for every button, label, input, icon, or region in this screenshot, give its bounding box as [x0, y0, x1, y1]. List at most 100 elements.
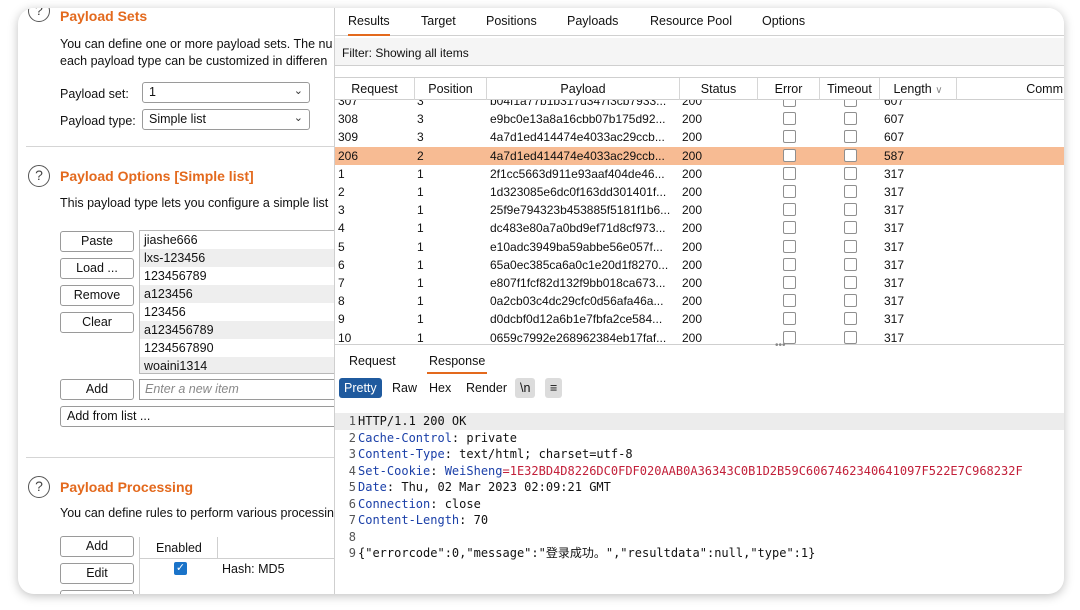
render-button[interactable]: Render	[461, 378, 512, 398]
tab-resource-pool[interactable]: Resource Pool	[650, 8, 732, 36]
length-cell: 317	[884, 257, 905, 272]
timeout-checkbox[interactable]	[844, 239, 857, 253]
table-row[interactable]: ✓ Hash: MD5	[140, 559, 334, 581]
raw-button[interactable]: Raw	[387, 378, 422, 398]
error-checkbox[interactable]	[783, 185, 796, 198]
timeout-checkbox[interactable]	[844, 330, 857, 344]
table-row[interactable]: 6 1 65a0ec385ca6a0c1e20d1f8270... 200 317	[335, 256, 1064, 274]
tab-results[interactable]: Results	[348, 8, 390, 36]
list-item[interactable]: 1234567890	[140, 339, 334, 357]
payload-type-select[interactable]: Simple list ⌄	[142, 109, 310, 130]
col-payload[interactable]: Payload	[487, 78, 680, 100]
payload-set-select[interactable]: 1 ⌄	[142, 82, 310, 103]
payload-list[interactable]: jiashe666 lxs-123456 123456789 a123456 1…	[139, 230, 334, 374]
error-checkbox[interactable]	[783, 239, 796, 253]
enabled-checkbox[interactable]: ✓	[174, 562, 187, 575]
tab-request[interactable]: Request	[349, 349, 396, 374]
tab-options[interactable]: Options	[762, 8, 805, 36]
col-length[interactable]: Length ∨	[880, 78, 957, 100]
table-row[interactable]: 7 1 e807f1fcf82d132f9bb018ca673... 200 317	[335, 274, 1064, 292]
edit-rule-button[interactable]: Edit	[60, 563, 134, 584]
table-row[interactable]: 1 1 2f1cc5663d911e93aaf404de46... 200 317	[335, 165, 1064, 183]
code-line: 4 Set-Cookie: WeiSheng=1E32BD4D8226DC0FDF…	[348, 463, 1023, 478]
help-icon[interactable]: ?	[28, 476, 50, 498]
add-rule-button[interactable]: Add	[60, 536, 134, 557]
code-line: 9 {"errorcode":0,"message":"登录成功。","resul…	[348, 546, 816, 560]
timeout-checkbox[interactable]	[844, 257, 857, 271]
timeout-checkbox[interactable]	[844, 276, 857, 289]
list-item[interactable]: 123456	[140, 303, 334, 321]
error-checkbox[interactable]	[783, 148, 796, 162]
timeout-checkbox[interactable]	[844, 221, 857, 235]
new-item-input[interactable]: Enter a new item	[139, 379, 334, 400]
list-item[interactable]: lxs-123456	[140, 249, 334, 267]
col-comment[interactable]: Comm	[957, 78, 1064, 100]
length-cell: 607	[884, 100, 905, 108]
error-checkbox[interactable]	[783, 112, 796, 126]
timeout-checkbox[interactable]	[844, 100, 857, 107]
code-line: 1 HTTP/1.1 200 OK	[335, 413, 1064, 430]
timeout-checkbox[interactable]	[844, 130, 857, 144]
list-item[interactable]: woaini1314	[140, 357, 334, 373]
paste-button[interactable]: Paste	[60, 231, 134, 252]
table-row[interactable]: 10 1 0659c7992e268962384eb17faf... 200 317	[335, 329, 1064, 344]
error-checkbox[interactable]	[783, 257, 796, 271]
hex-button[interactable]: Hex	[424, 378, 456, 398]
clear-button[interactable]: Clear	[60, 312, 134, 333]
tab-positions[interactable]: Positions	[486, 8, 537, 36]
table-row[interactable]: 206 2 4a7d1ed414474e4033ac29ccb... 200 587	[335, 146, 1064, 165]
list-item[interactable]: a123456	[140, 285, 334, 303]
response-body[interactable]: 1 HTTP/1.1 200 OK 2 Cache-Control: private…	[335, 404, 1064, 594]
request-cell: 6	[338, 257, 345, 272]
payload-type-value: Simple list	[149, 112, 206, 126]
col-request[interactable]: Request	[335, 78, 415, 100]
error-checkbox[interactable]	[783, 294, 796, 308]
list-item[interactable]: jiashe666	[140, 231, 334, 249]
table-row[interactable]: 308 3 e9bc0e13a8a16cbb07b175d92... 200 607	[335, 110, 1064, 128]
table-row[interactable]: 2 1 1d323085e6dc0f163dd301401f... 200 317	[335, 183, 1064, 201]
pretty-button[interactable]: Pretty	[339, 378, 382, 398]
timeout-checkbox[interactable]	[844, 148, 857, 162]
table-row[interactable]: 4 1 dc483e80a7a0bd9ef71d8cf973... 200 317	[335, 219, 1064, 237]
list-item[interactable]: a123456789	[140, 321, 334, 339]
table-row[interactable]: 8 1 0a2cb03c4dc29cfc0d56afa46a... 200 317	[335, 292, 1064, 310]
table-row[interactable]: 309 3 4a7d1ed414474e4033ac29ccb... 200 607	[335, 128, 1064, 146]
tab-payloads[interactable]: Payloads	[567, 8, 618, 36]
timeout-checkbox[interactable]	[844, 203, 857, 217]
help-icon[interactable]: ?	[28, 8, 50, 22]
list-item[interactable]: 123456789	[140, 267, 334, 285]
table-row[interactable]: 5 1 e10adc3949ba59abbe56e057f... 200 317	[335, 238, 1064, 256]
timeout-checkbox[interactable]	[844, 112, 857, 126]
filter-bar[interactable]: Filter: Showing all items	[335, 38, 1064, 66]
tab-response[interactable]: Response	[427, 349, 488, 374]
error-checkbox[interactable]	[783, 221, 796, 235]
error-checkbox[interactable]	[783, 312, 796, 326]
add-from-list-select[interactable]: Add from list ...	[60, 406, 334, 427]
table-row[interactable]: 9 1 d0dcbf0d12a6b1e7fbfa2ce584... 200 317	[335, 310, 1064, 328]
timeout-checkbox[interactable]	[844, 312, 857, 326]
error-checkbox[interactable]	[783, 100, 796, 107]
error-checkbox[interactable]	[783, 166, 796, 180]
col-timeout[interactable]: Timeout	[820, 78, 880, 100]
tab-target[interactable]: Target	[421, 8, 456, 36]
newline-toggle-button[interactable]: \n	[515, 378, 536, 398]
remove-rule-button[interactable]	[60, 590, 134, 594]
error-checkbox[interactable]	[783, 203, 796, 217]
help-icon[interactable]: ?	[28, 165, 50, 187]
error-checkbox[interactable]	[783, 276, 796, 289]
col-position[interactable]: Position	[415, 78, 487, 100]
table-row[interactable]: 307 3 b04f1a77b1b317d347f3cb7933... 200 607	[335, 100, 1064, 110]
timeout-checkbox[interactable]	[844, 185, 857, 198]
load-button[interactable]: Load ...	[60, 258, 134, 279]
timeout-checkbox[interactable]	[844, 166, 857, 180]
col-status[interactable]: Status	[680, 78, 758, 100]
col-error[interactable]: Error	[758, 78, 820, 100]
request-cell: 7	[338, 276, 345, 290]
add-item-button[interactable]: Add	[60, 379, 134, 400]
remove-button[interactable]: Remove	[60, 285, 134, 306]
table-row[interactable]: 3 1 25f9e794323b453885f5181f1b6... 200 317	[335, 201, 1064, 219]
timeout-checkbox[interactable]	[844, 294, 857, 308]
intruder-config-panel: ? Payload Sets You can define one or mor…	[18, 8, 334, 594]
error-checkbox[interactable]	[783, 130, 796, 144]
menu-icon[interactable]: ≡	[545, 378, 563, 398]
